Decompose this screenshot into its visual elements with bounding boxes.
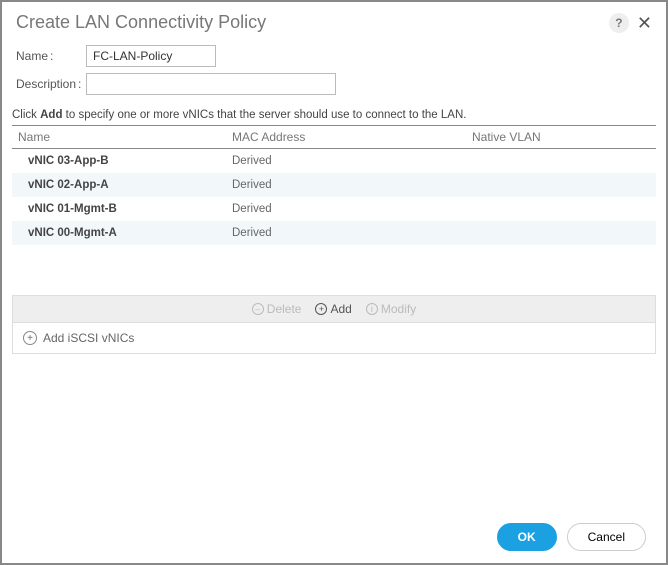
cancel-button[interactable]: Cancel xyxy=(567,523,646,551)
cell-name: vNIC 01-Mgmt-B xyxy=(12,203,232,215)
cell-name: vNIC 00-Mgmt-A xyxy=(12,227,232,239)
form-area: Name Description xyxy=(2,39,666,107)
cell-name: vNIC 03-App-B xyxy=(12,155,232,167)
vnic-table: Name MAC Address Native VLAN vNIC 03-App… xyxy=(12,125,656,245)
cell-mac: Derived xyxy=(232,227,472,239)
cell-mac: Derived xyxy=(232,155,472,167)
instruction-text: Click Add to specify one or more vNICs t… xyxy=(2,107,666,123)
cell-mac: Derived xyxy=(232,203,472,215)
cell-vlan xyxy=(472,227,656,239)
description-row: Description xyxy=(16,73,652,95)
header-mac[interactable]: MAC Address xyxy=(232,130,472,144)
table-header-row: Name MAC Address Native VLAN xyxy=(12,125,656,149)
header-name[interactable]: Name xyxy=(12,130,232,144)
instruction-suffix: to specify one or more vNICs that the se… xyxy=(62,109,466,121)
instruction-bold: Add xyxy=(40,109,62,121)
header-vlan[interactable]: Native VLAN xyxy=(472,130,656,144)
cell-name: vNIC 02-App-A xyxy=(12,179,232,191)
name-label: Name xyxy=(16,49,86,63)
name-row: Name xyxy=(16,45,652,67)
add-label: Add xyxy=(330,302,351,316)
table-row[interactable]: vNIC 02-App-A Derived xyxy=(12,173,656,197)
description-label: Description xyxy=(16,77,86,91)
ok-button[interactable]: OK xyxy=(497,523,557,551)
cell-vlan xyxy=(472,179,656,191)
cell-vlan xyxy=(472,155,656,167)
add-iscsi-label: Add iSCSI vNICs xyxy=(43,331,134,345)
modify-button: i Modify xyxy=(366,302,416,316)
dialog-title: Create LAN Connectivity Policy xyxy=(16,12,609,33)
delete-button: – Delete xyxy=(252,302,302,316)
dialog-header: Create LAN Connectivity Policy ? ✕ xyxy=(2,2,666,39)
add-iscsi-vnics-button[interactable]: + Add iSCSI vNICs xyxy=(12,323,656,354)
dialog-create-lan-policy: Create LAN Connectivity Policy ? ✕ Name … xyxy=(0,0,668,565)
dialog-footer: OK Cancel xyxy=(497,523,646,551)
modify-label: Modify xyxy=(381,302,416,316)
cell-vlan xyxy=(472,203,656,215)
cell-mac: Derived xyxy=(232,179,472,191)
plus-icon: + xyxy=(23,331,37,345)
table-row[interactable]: vNIC 03-App-B Derived xyxy=(12,149,656,173)
delete-label: Delete xyxy=(267,302,302,316)
help-icon[interactable]: ? xyxy=(609,13,629,33)
instruction-prefix: Click xyxy=(12,109,40,121)
plus-icon: + xyxy=(315,303,327,315)
table-actions-bar: – Delete + Add i Modify xyxy=(12,295,656,323)
close-icon[interactable]: ✕ xyxy=(637,14,652,32)
table-row[interactable]: vNIC 00-Mgmt-A Derived xyxy=(12,221,656,245)
table-row[interactable]: vNIC 01-Mgmt-B Derived xyxy=(12,197,656,221)
description-input[interactable] xyxy=(86,73,336,95)
add-button[interactable]: + Add xyxy=(315,302,351,316)
name-input[interactable] xyxy=(86,45,216,67)
modify-icon: i xyxy=(366,303,378,315)
delete-icon: – xyxy=(252,303,264,315)
